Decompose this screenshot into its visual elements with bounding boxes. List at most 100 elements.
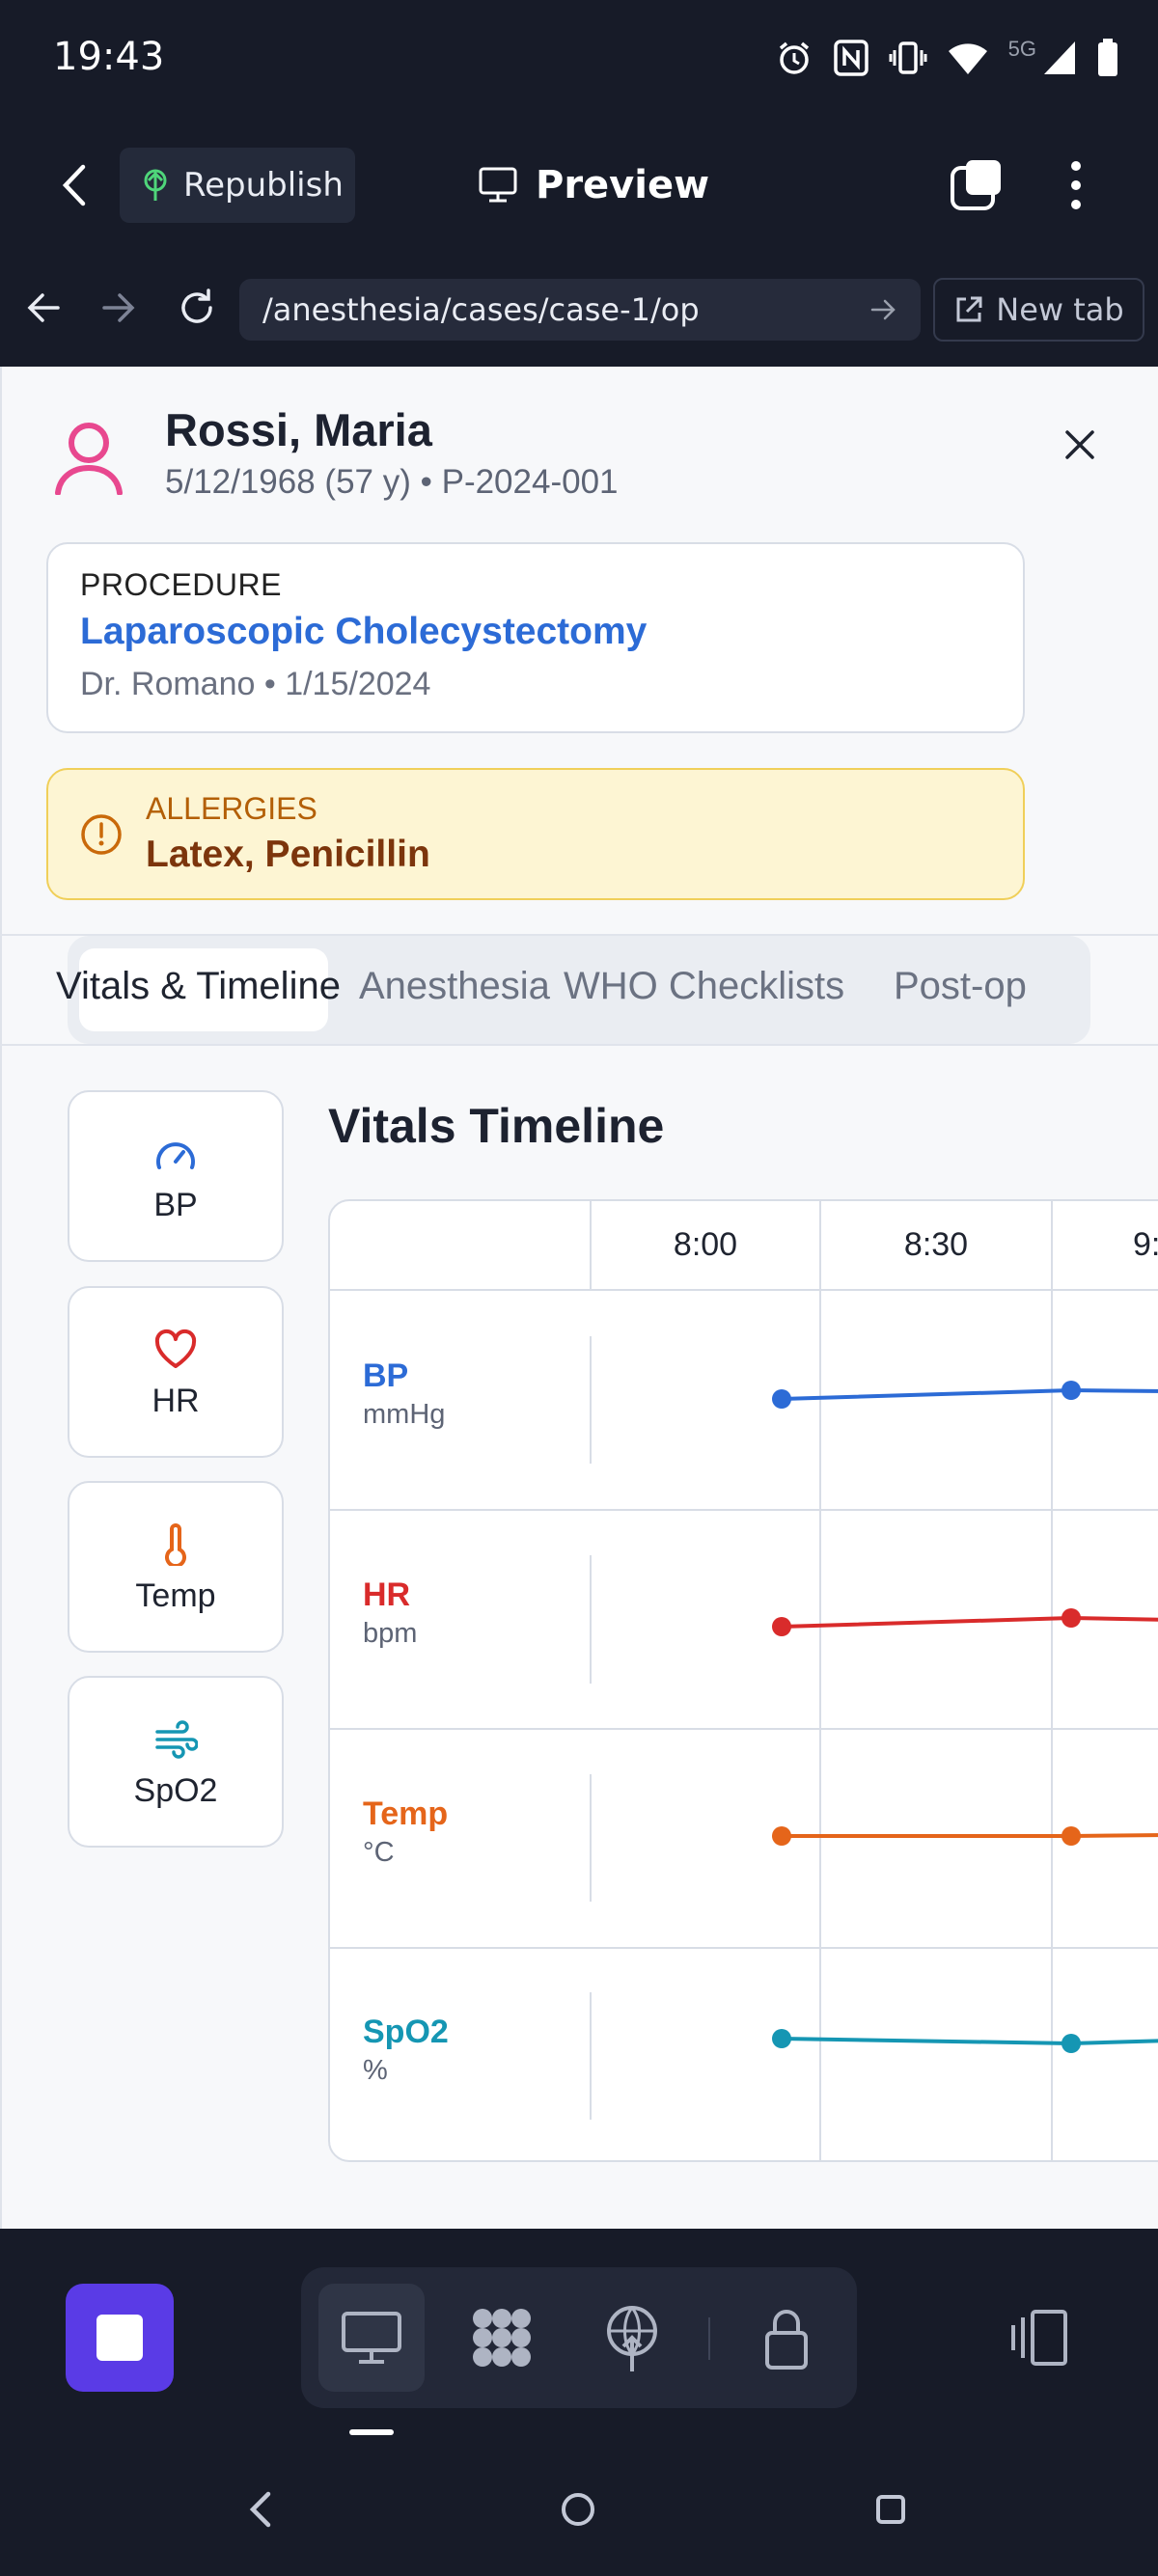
- bp-point: [772, 1389, 791, 1409]
- temp-point: [772, 1826, 791, 1846]
- wifi-icon: [948, 43, 987, 74]
- vital-button-bp[interactable]: BP: [68, 1090, 284, 1262]
- system-recents-button[interactable]: [874, 2493, 907, 2526]
- procedure-name: Laparoscopic Cholecystectomy: [80, 611, 648, 652]
- external-link-icon: [956, 296, 982, 322]
- url-go-button[interactable]: [867, 292, 901, 327]
- patient-meta: 5/12/1968 (57 y) • P-2024-001: [165, 463, 619, 501]
- divider: [0, 1044, 1158, 1046]
- thermometer-icon: [165, 1523, 186, 1566]
- vital-button-spo2[interactable]: SpO2: [68, 1676, 284, 1848]
- spo2-point: [1062, 2034, 1081, 2053]
- reload-icon: [181, 288, 212, 323]
- nfc-icon: [833, 40, 868, 76]
- patient-name: Rossi, Maria: [165, 404, 432, 455]
- more-menu-button[interactable]: [1062, 154, 1090, 216]
- row-label-temp: Temp °C: [363, 1795, 448, 1869]
- monitor-icon: [342, 2312, 401, 2364]
- divider: [708, 2317, 710, 2360]
- tab-post-op[interactable]: Post-op: [894, 965, 1027, 1008]
- lock-icon: [765, 2310, 808, 2370]
- battery-icon: [1098, 39, 1117, 76]
- row-unit: bpm: [363, 1618, 418, 1649]
- tab-vitals-timeline[interactable]: Vitals & Timeline: [56, 965, 341, 1008]
- system-home-button[interactable]: [560, 2491, 596, 2528]
- heart-icon: [154, 1329, 197, 1368]
- browser-forward-button[interactable]: [96, 287, 139, 329]
- panel-icon: [1011, 2310, 1067, 2366]
- row-label-bp: BP mmHg: [363, 1357, 445, 1431]
- republish-button[interactable]: Republish: [120, 148, 355, 223]
- spo2-point: [772, 2029, 791, 2048]
- vital-button-temp[interactable]: Temp: [68, 1481, 284, 1653]
- bp-point: [1062, 1381, 1081, 1400]
- time-header: 8:00: [673, 1225, 738, 1263]
- arrow-right-icon: [102, 293, 135, 322]
- vital-button-hr[interactable]: HR: [68, 1286, 284, 1458]
- row-label-spo2: SpO2 %: [363, 2014, 449, 2087]
- row-unit: °C: [363, 1837, 395, 1868]
- allergy-label: ALLERGIES: [146, 791, 317, 826]
- back-button[interactable]: [50, 159, 102, 211]
- new-tab-button[interactable]: New tab: [933, 278, 1144, 342]
- user-icon: [53, 420, 124, 496]
- signal-icon: [1044, 41, 1075, 74]
- temp-point: [1062, 1826, 1081, 1846]
- reload-button[interactable]: [174, 285, 220, 331]
- assets-button[interactable]: [466, 2302, 538, 2373]
- chevron-left-icon: [249, 2491, 271, 2528]
- row-name: SpO2: [363, 2014, 449, 2050]
- arrow-left-icon: [27, 293, 60, 322]
- status-icons: 5G: [775, 35, 1119, 81]
- chevron-left-icon: [62, 164, 86, 206]
- preview-toggle[interactable]: Preview: [478, 154, 709, 216]
- publish-button[interactable]: [598, 2302, 666, 2373]
- vital-button-label: HR: [152, 1383, 200, 1419]
- allergy-value: Latex, Penicillin: [146, 834, 430, 875]
- vital-button-label: Temp: [135, 1577, 216, 1614]
- publish-globe-icon: [607, 2306, 657, 2371]
- tabs-icon: [951, 160, 1001, 210]
- vitals-timeline-title: Vitals Timeline: [328, 1099, 665, 1153]
- preview-label: Preview: [536, 163, 710, 207]
- stop-icon: [96, 2315, 143, 2361]
- alarm-icon: [779, 41, 809, 74]
- browser-back-button[interactable]: [23, 287, 66, 329]
- row-label-hr: HR bpm: [363, 1576, 417, 1650]
- monitor-icon: [479, 167, 517, 203]
- wind-icon: [155, 1720, 198, 1759]
- stop-button[interactable]: [66, 2284, 174, 2392]
- close-button[interactable]: [1063, 428, 1096, 461]
- row-name: Temp: [363, 1795, 449, 1832]
- url-text: /anesthesia/cases/case-1/op: [262, 291, 700, 328]
- row-name: HR: [363, 1576, 411, 1613]
- url-input[interactable]: /anesthesia/cases/case-1/op: [239, 279, 921, 341]
- tab-who-checklists[interactable]: WHO Checklists: [564, 965, 844, 1008]
- home-circle-icon: [562, 2493, 594, 2526]
- status-time: 19:43: [53, 35, 165, 79]
- gauge-icon: [156, 1142, 195, 1169]
- recents-icon: [876, 2495, 905, 2524]
- alert-circle-icon: [79, 812, 124, 857]
- tab-anesthesia[interactable]: Anesthesia: [359, 965, 550, 1008]
- procedure-meta: Dr. Romano • 1/15/2024: [80, 666, 431, 702]
- panel-toggle-button[interactable]: [1004, 2304, 1075, 2371]
- arrow-right-icon: [870, 299, 896, 320]
- vital-button-label: BP: [153, 1187, 198, 1223]
- lock-button[interactable]: [756, 2302, 817, 2373]
- tabs-switcher-button[interactable]: [949, 154, 1006, 216]
- time-header: 9:: [1133, 1225, 1158, 1263]
- network-label: 5G: [1007, 37, 1036, 61]
- republish-icon: [144, 169, 167, 201]
- vitals-timeline-grid: 8:00 8:30 9: BP mmHg HR bpm Temp °C SpO2…: [328, 1199, 1158, 2162]
- close-icon: [1065, 430, 1094, 459]
- vital-button-label: SpO2: [133, 1772, 218, 1809]
- republish-label: Republish: [183, 166, 344, 205]
- timeline-chart: [330, 1201, 1158, 2160]
- procedure-label: PROCEDURE: [80, 567, 282, 602]
- row-name: BP: [363, 1357, 409, 1394]
- system-back-button[interactable]: [243, 2489, 278, 2530]
- desktop-view-button[interactable]: [318, 2284, 425, 2392]
- hr-point: [1062, 1608, 1081, 1628]
- new-tab-label: New tab: [996, 291, 1124, 328]
